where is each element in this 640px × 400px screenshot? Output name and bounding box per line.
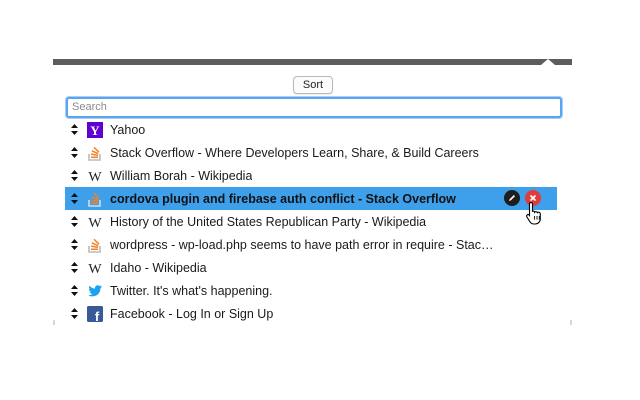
- bookmark-title: cordova plugin and firebase auth conflic…: [110, 191, 456, 206]
- drag-handle-icon[interactable]: [70, 308, 78, 319]
- bookmark-title: William Borah - Wikipedia: [110, 168, 253, 183]
- list-item[interactable]: W Idaho - Wikipedia: [65, 256, 557, 279]
- list-item[interactable]: Stack Overflow - Where Developers Learn,…: [65, 141, 557, 164]
- pencil-icon: [509, 195, 515, 201]
- svg-text:f: f: [95, 309, 100, 322]
- panel-edge-left: [53, 320, 55, 325]
- hand-pointer-cursor-icon: [525, 201, 545, 230]
- bookmark-title: Stack Overflow - Where Developers Learn,…: [110, 145, 479, 160]
- drag-handle-icon[interactable]: [70, 239, 78, 250]
- list-item[interactable]: Twitter. It's what's happening.: [65, 279, 557, 302]
- list-item[interactable]: Y Yahoo: [65, 118, 557, 141]
- svg-text:Y: Y: [90, 123, 100, 138]
- panel-edge-right: [570, 320, 572, 325]
- wikipedia-icon: W: [87, 214, 103, 230]
- search-input[interactable]: [66, 97, 562, 118]
- bookmark-title: History of the United States Republican …: [110, 214, 427, 229]
- edit-button[interactable]: [504, 190, 520, 206]
- list-item[interactable]: W History of the United States Republica…: [65, 210, 557, 233]
- drag-handle-icon[interactable]: [70, 147, 78, 158]
- wikipedia-icon: W: [87, 260, 103, 276]
- bookmark-title: Facebook - Log In or Sign Up: [110, 306, 274, 321]
- drag-handle-icon[interactable]: [70, 285, 78, 296]
- sort-button[interactable]: Sort: [293, 76, 333, 94]
- svg-text:W: W: [88, 170, 102, 184]
- drag-handle-icon[interactable]: [70, 216, 78, 227]
- wikipedia-icon: W: [87, 168, 103, 184]
- list-item[interactable]: f Facebook - Log In or Sign Up: [65, 302, 557, 325]
- drag-handle-icon[interactable]: [70, 193, 78, 204]
- svg-text:W: W: [88, 262, 102, 276]
- yahoo-icon: Y: [87, 121, 103, 138]
- bookmark-title: Yahoo: [110, 122, 146, 137]
- svg-text:W: W: [88, 216, 102, 230]
- stackoverflow-icon: [87, 145, 103, 161]
- list-item[interactable]: wordpress - wp-load.php seems to have pa…: [65, 233, 557, 256]
- facebook-icon: f: [87, 305, 103, 322]
- drag-handle-icon[interactable]: [70, 170, 78, 181]
- list-item[interactable]: W William Borah - Wikipedia: [65, 164, 557, 187]
- bookmark-title: wordpress - wp-load.php seems to have pa…: [110, 237, 494, 252]
- bookmark-list: Y Yahoo Stack Overflow - Where Developer…: [65, 118, 557, 325]
- list-item-selected[interactable]: cordova plugin and firebase auth conflic…: [65, 187, 557, 210]
- stackoverflow-icon: [87, 237, 103, 253]
- twitter-icon: [87, 283, 103, 299]
- drag-handle-icon[interactable]: [70, 262, 78, 273]
- bookmark-title: Twitter. It's what's happening.: [110, 283, 273, 298]
- bookmark-title: Idaho - Wikipedia: [110, 260, 207, 275]
- stackoverflow-icon: [87, 191, 103, 207]
- drag-handle-icon[interactable]: [70, 124, 78, 135]
